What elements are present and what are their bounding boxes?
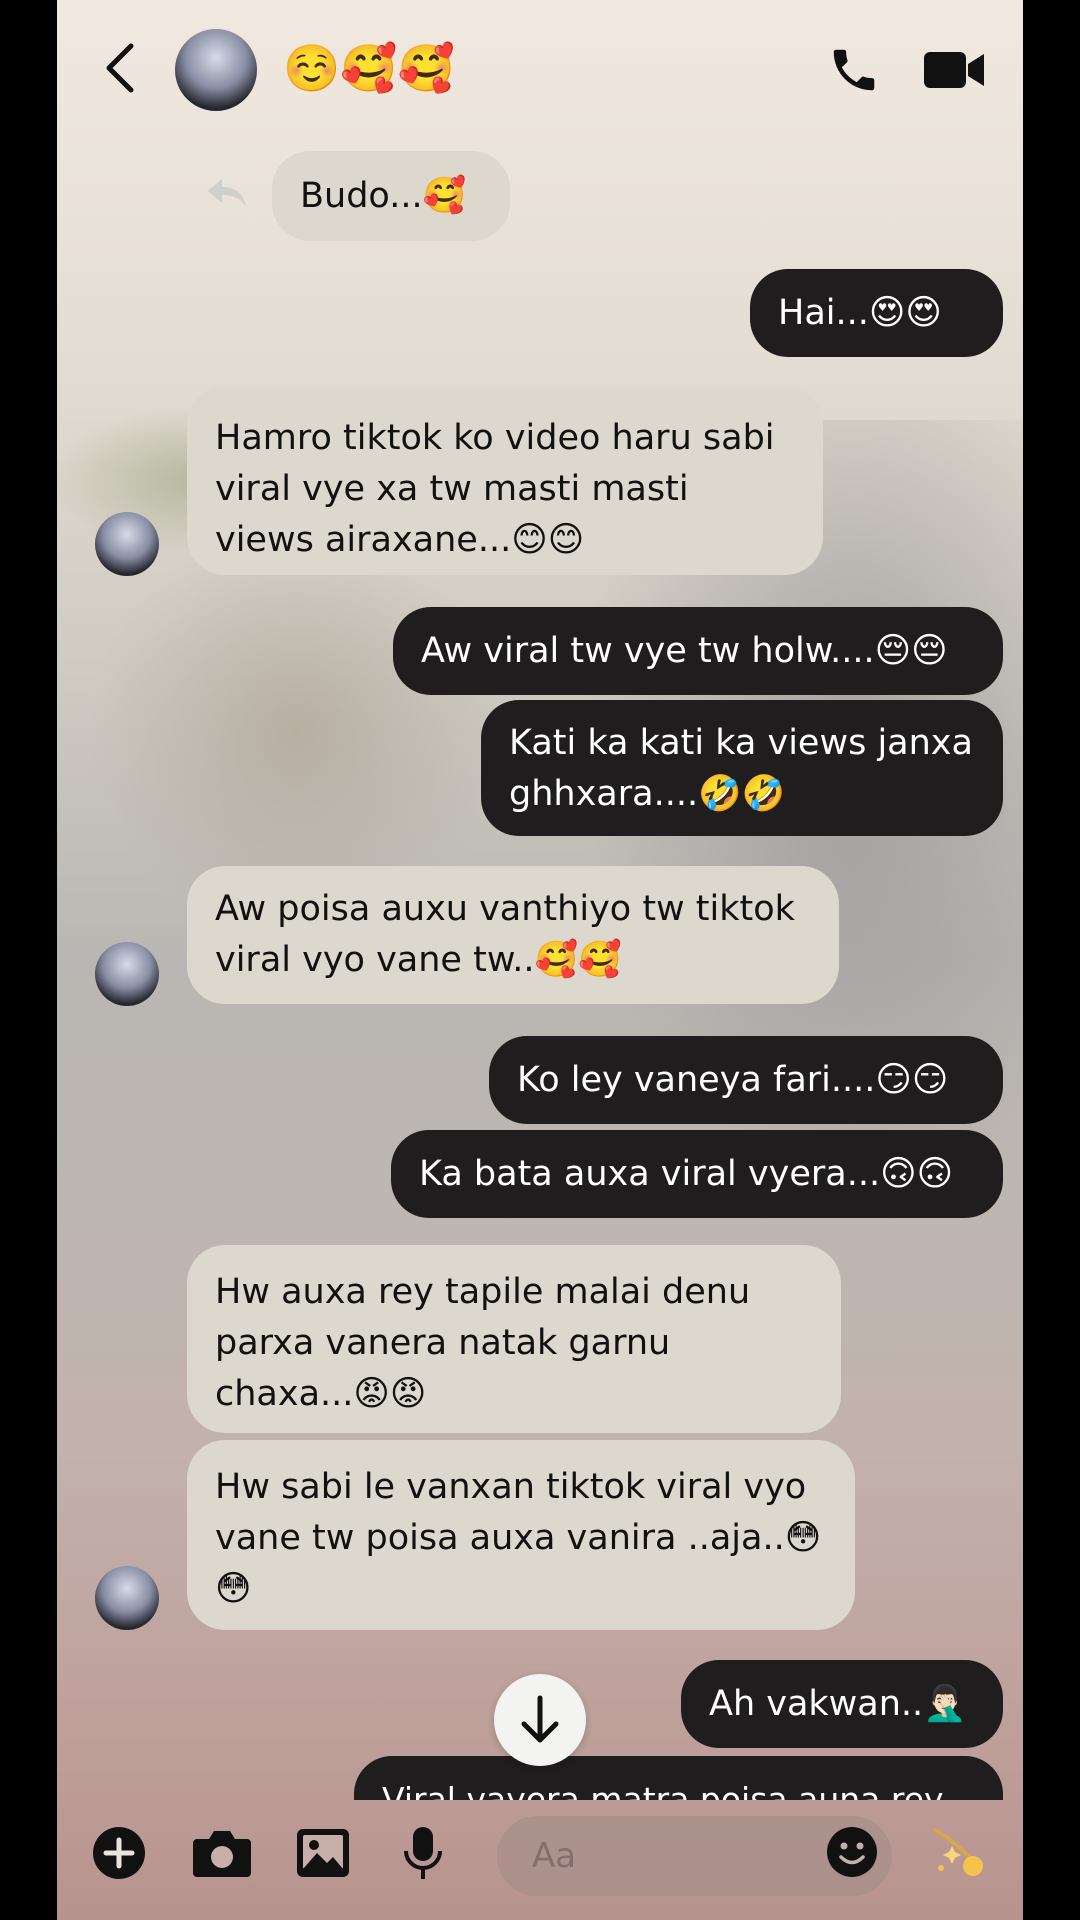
outgoing-message[interactable]: Kati ka kati ka views janxa ghhxara....🤣…: [481, 700, 1003, 836]
outgoing-message[interactable]: Ko ley vaneya fari....😏😏: [489, 1036, 1003, 1124]
sender-avatar: [95, 1566, 159, 1630]
plus-icon: [93, 1827, 145, 1879]
chevron-left-icon: [106, 43, 134, 93]
outgoing-message[interactable]: Ka bata auxa viral vyera...🙃🙃: [391, 1130, 1003, 1218]
video-camera-icon: [924, 52, 984, 88]
incoming-message[interactable]: Hamro tiktok ko video haru sabi viral vy…: [187, 387, 823, 575]
sender-avatar: [95, 942, 159, 1006]
outgoing-message[interactable]: Aw viral tw vye tw holw....😔😔: [393, 607, 1003, 695]
arrow-down-icon: [521, 1695, 559, 1743]
sticker-button[interactable]: [826, 1826, 878, 1878]
sparkle-comet-icon: [933, 1828, 983, 1876]
voice-record-button[interactable]: [403, 1825, 443, 1881]
contact-avatar[interactable]: [173, 27, 259, 113]
microphone-icon: [404, 1827, 442, 1879]
chat-header: ☺️🥰🥰: [57, 0, 1023, 130]
outgoing-message[interactable]: Ah vakwan..🤦🏻‍♂️: [681, 1660, 1003, 1748]
incoming-message[interactable]: Hw sabi le vanxan tiktok viral vyo vane …: [187, 1440, 855, 1630]
quick-reaction-button[interactable]: [929, 1822, 989, 1882]
incoming-message[interactable]: Budo...🥰: [272, 151, 510, 241]
chat-screen: ☺️🥰🥰 Budo...🥰 Hai...😍😍 Hamro tiktok ko v…: [57, 0, 1023, 1920]
reply-icon: [204, 177, 248, 209]
add-button[interactable]: [91, 1825, 147, 1881]
camera-button[interactable]: [191, 1825, 253, 1881]
incoming-message[interactable]: Aw poisa auxu vanthiyo tw tiktok viral v…: [187, 866, 839, 1004]
phone-icon: [833, 49, 875, 91]
voice-call-button[interactable]: [827, 43, 881, 97]
back-button[interactable]: [95, 40, 145, 96]
message-composer: [57, 1790, 1023, 1920]
gallery-button[interactable]: [295, 1825, 351, 1881]
video-call-button[interactable]: [922, 48, 988, 92]
sender-avatar: [95, 512, 159, 576]
contact-name[interactable]: ☺️🥰🥰: [283, 40, 455, 96]
gallery-icon: [297, 1829, 349, 1877]
sticker-smile-icon: [827, 1827, 877, 1877]
camera-icon: [193, 1831, 251, 1877]
scroll-to-bottom-button[interactable]: [494, 1674, 586, 1766]
outgoing-message[interactable]: Hai...😍😍: [750, 269, 1003, 357]
incoming-message[interactable]: Hw auxa rey tapile malai denu parxa vane…: [187, 1245, 841, 1433]
